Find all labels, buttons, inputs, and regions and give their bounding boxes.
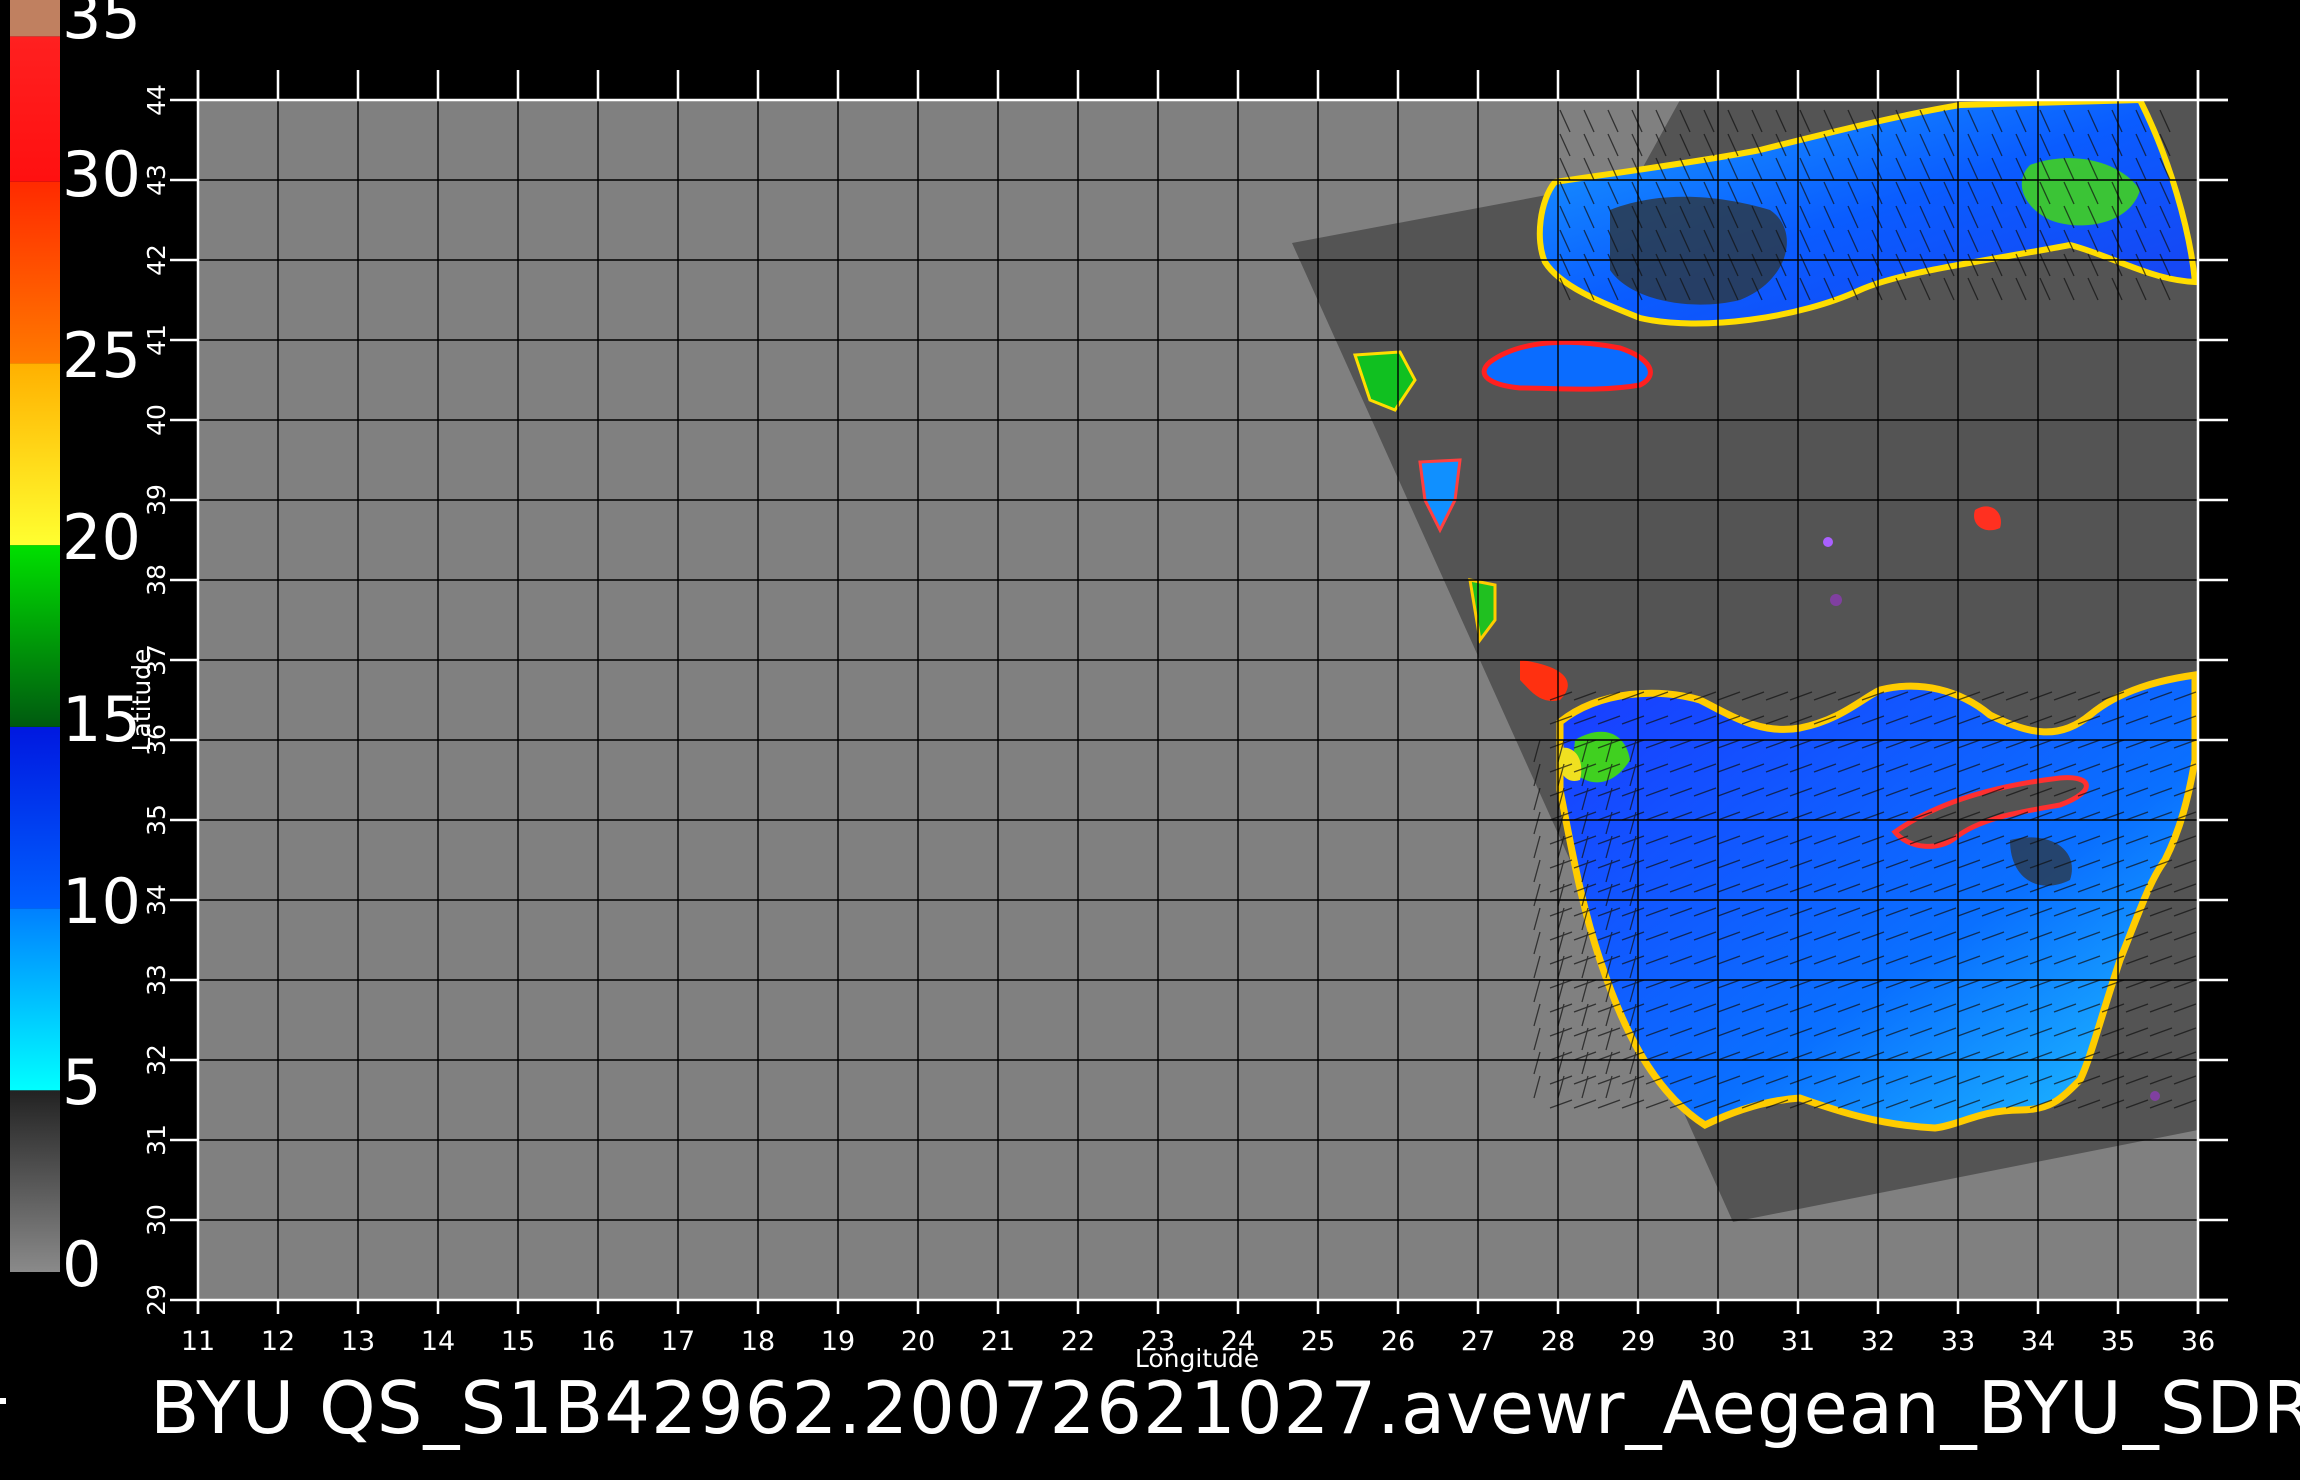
marmara-wind-field (1481, 339, 1653, 392)
small-lake-b (1830, 594, 1842, 606)
lon-tick-label-21: 21 (981, 1326, 1015, 1357)
colorbar-label-30: 30 (62, 137, 141, 211)
lon-tick-label-36: 36 (2181, 1326, 2215, 1357)
colorbar-segment-5-10 (10, 908, 60, 1091)
scatterometer-wind-map: 11 12 13 14 15 16 17 18 19 20 21 22 23 24 25 26 27 28 29 30… (10, 0, 2228, 1373)
lon-tick-label-33: 33 (1941, 1326, 1975, 1357)
colorbar-label-0: 0 (62, 1228, 102, 1301)
lat-tick-label-34: 34 (142, 884, 171, 916)
lat-tick-label-44: 44 (142, 84, 171, 116)
lat-tick-label-33: 33 (142, 964, 171, 996)
lat-tick-label-35: 35 (142, 804, 171, 836)
lon-tick-label-18: 18 (741, 1326, 775, 1357)
plot-area: 11 12 13 14 15 16 17 18 19 20 21 22 23 24 25 26 27 28 29 30… (127, 70, 2228, 1373)
lon-tick-label-30: 30 (1701, 1326, 1735, 1357)
lat-tick-label-32: 32 (142, 1044, 171, 1076)
lon-tick-label-31: 31 (1781, 1326, 1815, 1357)
lon-tick-label-29: 29 (1621, 1326, 1655, 1357)
lat-tick-label-39: 39 (142, 484, 171, 516)
lon-tick-label-11: 11 (181, 1326, 215, 1357)
lon-tick-label-34: 34 (2021, 1326, 2055, 1357)
colorbar-segment-0-5 (10, 1090, 60, 1272)
lon-tick-label-19: 19 (821, 1326, 855, 1357)
colorbar-label-15: 15 (62, 682, 141, 756)
small-lake-c (2150, 1091, 2160, 1101)
lon-tick-label-17: 17 (661, 1326, 695, 1357)
lat-tick-label-29: 29 (142, 1284, 171, 1316)
lon-tick-label-16: 16 (581, 1326, 615, 1357)
lon-tick-label-14: 14 (421, 1326, 455, 1357)
lat-tick-label-40: 40 (142, 404, 171, 436)
colorbar-segment-30-34 (10, 36, 60, 182)
lat-tick-label-43: 43 (142, 164, 171, 196)
lat-tick-label-31: 31 (142, 1124, 171, 1156)
lat-tick-label-42: 42 (142, 244, 171, 276)
colorbar-label-5: 5 (62, 1046, 102, 1120)
lon-tick-label-27: 27 (1461, 1326, 1495, 1357)
colorbar-label-10: 10 (62, 864, 141, 938)
footer-caption: BYU QS_S1B42962.20072621027.avewr_Aegean… (150, 1366, 2300, 1450)
lon-tick-label-25: 25 (1301, 1326, 1335, 1357)
lon-tick-label-22: 22 (1061, 1326, 1095, 1357)
colorbar-label-35: 35 (62, 0, 141, 53)
lon-tick-label-32: 32 (1861, 1326, 1895, 1357)
lat-tick-label-41: 41 (142, 324, 171, 356)
colorbar-segment-25-30 (10, 181, 60, 364)
colorbar-label-25: 25 (62, 319, 141, 393)
small-lake-a (1823, 537, 1833, 547)
lat-tick-label-30: 30 (142, 1204, 171, 1236)
colorbar-segment-34-35 (10, 0, 60, 37)
footer-dot (0, 1398, 6, 1404)
lon-tick-label-15: 15 (501, 1326, 535, 1357)
lon-tick-label-13: 13 (341, 1326, 375, 1357)
lon-tick-label-28: 28 (1541, 1326, 1575, 1357)
lat-tick-label-38: 38 (142, 564, 171, 596)
lon-tick-label-12: 12 (261, 1326, 295, 1357)
lon-tick-label-35: 35 (2101, 1326, 2135, 1357)
colorbar (10, 0, 60, 1272)
lon-tick-label-20: 20 (901, 1326, 935, 1357)
lon-tick-label-26: 26 (1381, 1326, 1415, 1357)
colorbar-label-20: 20 (62, 501, 141, 575)
colorbar-segment-10-15 (10, 726, 60, 909)
colorbar-segment-15-20 (10, 545, 60, 727)
colorbar-segment-20-25 (10, 363, 60, 546)
